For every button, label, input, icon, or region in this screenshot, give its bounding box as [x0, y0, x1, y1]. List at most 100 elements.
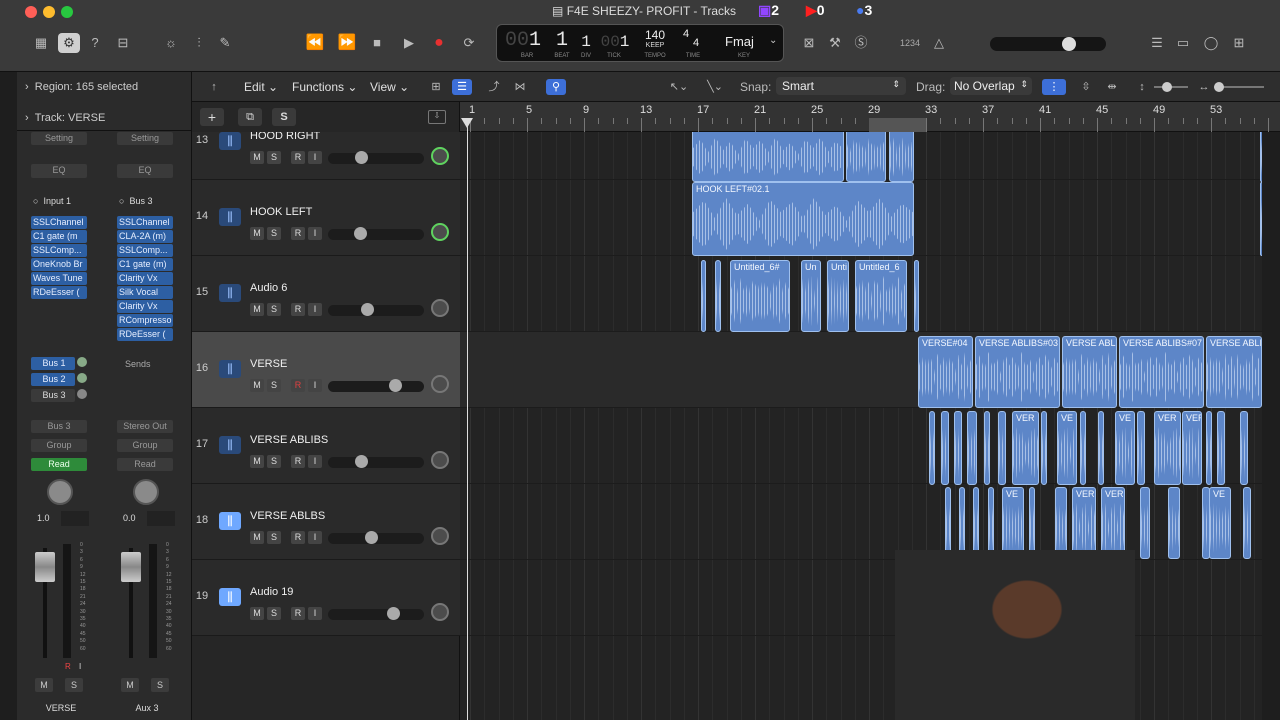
waveform-zoom-icon[interactable]: ⋮: [1042, 79, 1066, 95]
vertical-zoom-slider[interactable]: [1154, 82, 1188, 92]
input-monitor-button[interactable]: I: [308, 607, 322, 620]
view-menu[interactable]: View ⌄: [370, 80, 409, 94]
plugin-slot[interactable]: Silk Vocal: [117, 286, 173, 299]
pan-knob[interactable]: [431, 451, 449, 469]
solo-button[interactable]: S: [151, 678, 169, 692]
mute-button[interactable]: M: [35, 678, 53, 692]
toolbar-icon[interactable]: ⊟: [112, 33, 134, 53]
input-monitor-button[interactable]: I: [308, 151, 322, 164]
volume-slider[interactable]: [328, 227, 424, 240]
audio-region[interactable]: [715, 260, 721, 332]
track-name[interactable]: VERSE ABLIBS: [250, 434, 328, 446]
master-volume-knob[interactable]: [1062, 37, 1076, 51]
volume-readout[interactable]: 1.0: [37, 513, 50, 523]
volume-slider-knob[interactable]: [355, 455, 368, 468]
grid-view-icon[interactable]: ⊞: [426, 79, 446, 95]
pan-knob[interactable]: [133, 479, 159, 505]
audio-region[interactable]: [914, 260, 919, 332]
send-level-knob[interactable]: [77, 389, 87, 399]
solo-button[interactable]: S: [267, 455, 281, 468]
audio-region[interactable]: [846, 132, 886, 182]
pencil-tool-icon[interactable]: ╲⌄: [702, 79, 728, 95]
pan-knob[interactable]: [431, 375, 449, 393]
record-enable-button[interactable]: R: [291, 151, 305, 164]
solo-button[interactable]: S: [267, 607, 281, 620]
record-enable-button[interactable]: R: [291, 607, 305, 620]
plugin-slot[interactable]: OneKnob Br: [31, 258, 87, 271]
duplicate-track-icon[interactable]: ⧉: [238, 108, 262, 126]
volume-slider-knob[interactable]: [387, 607, 400, 620]
mute-button[interactable]: M: [250, 379, 264, 392]
track-row[interactable]: 15 ⫼ Audio 6 MSRI: [192, 256, 460, 332]
send-level-knob[interactable]: [77, 373, 87, 383]
volume-slider-knob[interactable]: [354, 227, 367, 240]
audio-region[interactable]: [1098, 411, 1104, 485]
audio-region[interactable]: [1029, 487, 1035, 559]
solo-button[interactable]: S: [65, 678, 83, 692]
pan-knob[interactable]: [431, 527, 449, 545]
audio-region[interactable]: VERSE ABLI: [1206, 336, 1262, 408]
pan-knob[interactable]: [431, 299, 449, 317]
audio-region[interactable]: VER: [1154, 411, 1181, 485]
output-slot[interactable]: Stereo Out: [117, 420, 173, 433]
input-monitor-button[interactable]: I: [308, 531, 322, 544]
volume-slider[interactable]: [328, 531, 424, 544]
plugin-slot[interactable]: Clarity Vx: [117, 272, 173, 285]
input-slot[interactable]: ○ Input 1: [33, 196, 71, 206]
audio-region[interactable]: VE: [1115, 411, 1135, 485]
record-enable-button[interactable]: R: [291, 379, 305, 392]
bar-ruler[interactable]: 1 5 9 13 17 21 25 29 33 37 41 45 49 53: [460, 102, 1280, 132]
audio-region[interactable]: VER: [1182, 411, 1202, 485]
volume-slider[interactable]: [328, 303, 424, 316]
add-track-button[interactable]: +: [200, 108, 224, 126]
audio-region[interactable]: VERSE#04: [918, 336, 973, 408]
input-monitor-button[interactable]: I: [79, 662, 81, 671]
library-icon[interactable]: ▦: [30, 33, 52, 53]
functions-menu[interactable]: Functions ⌄: [292, 80, 357, 94]
mute-button[interactable]: M: [250, 303, 264, 316]
time-signature-bottom[interactable]: 4: [693, 37, 699, 49]
audio-region[interactable]: [1217, 411, 1225, 485]
loop-browser-icon[interactable]: ◯: [1200, 33, 1222, 53]
list-editors-icon[interactable]: ☰: [1146, 33, 1168, 53]
minimize-window-icon[interactable]: [43, 6, 55, 18]
volume-slider[interactable]: [328, 151, 424, 164]
audio-region[interactable]: [941, 411, 949, 485]
volume-slider-knob[interactable]: [365, 531, 378, 544]
audio-region[interactable]: VE: [1209, 487, 1231, 559]
flex-icon[interactable]: ⋈: [510, 79, 530, 95]
automation-icon[interactable]: ⤴: [484, 79, 504, 95]
audio-region[interactable]: [1080, 411, 1086, 485]
zoom-window-icon[interactable]: [61, 6, 73, 18]
edit-menu[interactable]: Edit ⌄: [244, 80, 278, 94]
mixer-icon[interactable]: ⫶: [188, 33, 210, 53]
input-slot[interactable]: ○ Bus 3: [119, 196, 152, 206]
lcd-display[interactable]: 001 1 1 001 BAR BEAT DIV TICK 140 KEEP T…: [496, 24, 784, 62]
automation-mode[interactable]: Read: [117, 458, 173, 471]
volume-slider[interactable]: [328, 379, 424, 392]
group-slot[interactable]: Group: [117, 439, 173, 452]
audio-region[interactable]: [984, 411, 990, 485]
record-enable-button[interactable]: R: [291, 531, 305, 544]
fast-forward-icon[interactable]: ⏩: [336, 33, 358, 53]
notepad-icon[interactable]: ▭: [1172, 33, 1194, 53]
record-icon[interactable]: ●: [428, 33, 450, 53]
audio-region[interactable]: VER: [1101, 487, 1125, 559]
snap-dropdown[interactable]: Smart ⇕: [776, 77, 906, 95]
audio-region[interactable]: VE: [1057, 411, 1077, 485]
audio-region[interactable]: [959, 487, 965, 559]
solo-button[interactable]: S: [267, 151, 281, 164]
volume-fader-cap[interactable]: [121, 552, 141, 582]
region-inspector-header[interactable]: › Region: 165 selected: [25, 81, 138, 93]
volume-readout[interactable]: 0.0: [123, 513, 136, 523]
automation-mode[interactable]: Read: [31, 458, 87, 471]
audio-region[interactable]: [1140, 487, 1150, 559]
playhead[interactable]: [467, 120, 468, 720]
audio-region[interactable]: VERSE ABLI: [1062, 336, 1117, 408]
mute-button[interactable]: M: [121, 678, 139, 692]
audio-region[interactable]: Unti: [827, 260, 849, 332]
audio-region[interactable]: VER: [1072, 487, 1096, 559]
plugin-slot[interactable]: Clarity Vx: [117, 300, 173, 313]
list-view-icon[interactable]: ☰: [452, 79, 472, 95]
plugin-slot[interactable]: SSLComp...: [117, 244, 173, 257]
